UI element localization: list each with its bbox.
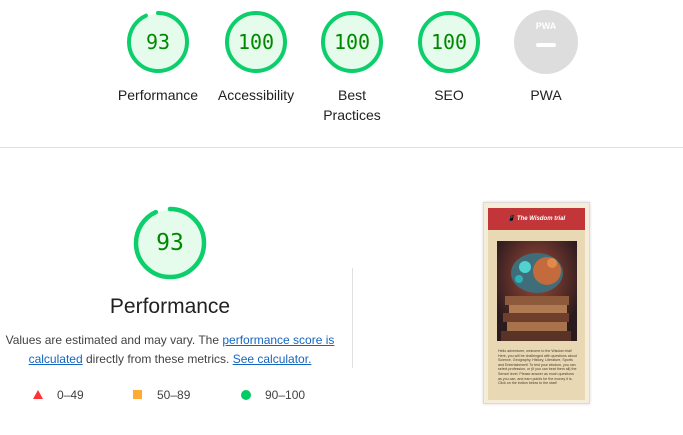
gauge-performance[interactable]: 93 Performance	[106, 10, 210, 105]
vertical-divider	[352, 268, 353, 368]
gauge-score: 100	[430, 30, 468, 54]
gauge-label: PWA	[530, 87, 562, 103]
square-icon	[133, 390, 142, 399]
final-screenshot-thumbnail[interactable]: 📱 The Wisdom trial Hello adventurer, wel…	[483, 202, 590, 404]
performance-description: Values are estimated and may vary. The p…	[5, 331, 335, 369]
gauge-score: 100	[333, 30, 371, 54]
legend-range: 50–89	[157, 388, 191, 402]
performance-score: 93	[156, 230, 184, 256]
pwa-icon	[514, 10, 578, 74]
category-scores: 93 Performance 100 Accessibility 100 Bes…	[0, 0, 683, 147]
see-calculator-link[interactable]: See calculator.	[233, 352, 312, 366]
desc-text: directly from these metrics.	[82, 352, 233, 366]
pwa-badge: PWA	[514, 10, 578, 74]
legend-average: 50–89	[133, 387, 190, 403]
gauge-best-practices[interactable]: 100 Best Practices	[300, 10, 404, 125]
section-divider	[0, 147, 683, 148]
illustration-image	[497, 241, 577, 341]
performance-title: Performance	[109, 295, 231, 318]
gauge-pwa[interactable]: PWA PWA	[494, 10, 598, 105]
intro-text: Hello adventurer, welcome to the Wisdom …	[498, 349, 577, 386]
brain-books-illustration	[497, 241, 577, 341]
gauge-accessibility[interactable]: 100 Accessibility	[204, 10, 308, 105]
legend-range: 90–100	[265, 388, 306, 402]
gauge-seo[interactable]: 100 SEO	[397, 10, 501, 105]
gauge-label: Performance	[117, 87, 199, 103]
gauge-label: Best Practices	[323, 87, 381, 123]
gauge-label: Accessibility	[217, 87, 295, 103]
legend-pass: 90–100	[241, 387, 305, 403]
legend-range: 0–49	[57, 388, 84, 402]
desc-text: Values are estimated and may vary. The	[5, 333, 223, 347]
gauge-label: SEO	[434, 87, 464, 103]
circle-icon	[241, 390, 251, 400]
gauge-score: 100	[237, 30, 275, 54]
triangle-icon	[33, 390, 43, 399]
performance-gauge: 93	[132, 205, 208, 281]
legend-fail: 0–49	[33, 387, 84, 403]
performance-summary: 93 Performance Values are estimated and …	[0, 205, 340, 369]
pwa-badge-text: PWA	[535, 21, 557, 31]
score-legend: 0–49 50–89 90–100	[0, 387, 340, 403]
gauge-score: 93	[145, 30, 171, 54]
app-header: 📱 The Wisdom trial	[488, 208, 585, 230]
